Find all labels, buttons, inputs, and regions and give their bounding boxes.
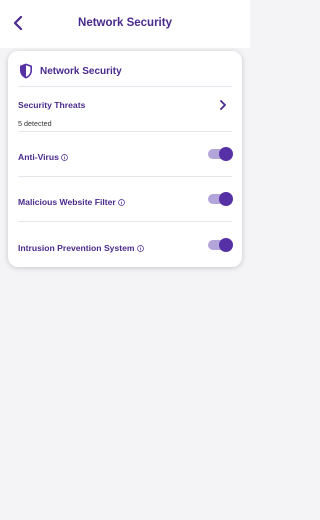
info-icon[interactable] bbox=[136, 244, 144, 252]
malicious-website-filter-label: Malicious Website Filter bbox=[18, 197, 116, 207]
top-bar: Network Security bbox=[0, 0, 250, 48]
malicious-website-filter-toggle[interactable] bbox=[208, 192, 233, 206]
divider bbox=[18, 131, 232, 132]
setting-row-intrusion-prevention: Intrusion Prevention System bbox=[18, 238, 233, 253]
info-icon[interactable] bbox=[117, 198, 125, 206]
anti-virus-label: Anti-Virus bbox=[18, 152, 59, 162]
info-icon[interactable] bbox=[61, 153, 68, 161]
divider bbox=[18, 221, 232, 222]
chevron-right-icon bbox=[220, 100, 226, 110]
security-threats-row[interactable]: Security Threats 5 detected bbox=[18, 95, 232, 128]
network-security-card: Network Security Security Threats 5 dete… bbox=[8, 51, 242, 267]
setting-row-malicious-website-filter: Malicious Website Filter bbox=[18, 192, 233, 207]
shield-icon bbox=[20, 63, 32, 79]
toggle-knob bbox=[219, 192, 233, 206]
divider bbox=[18, 176, 232, 177]
security-threats-count: 5 detected bbox=[18, 119, 52, 128]
card-title: Network Security bbox=[40, 65, 122, 77]
anti-virus-toggle[interactable] bbox=[208, 147, 233, 161]
setting-row-anti-virus: Anti-Virus bbox=[18, 147, 233, 162]
divider bbox=[18, 86, 232, 87]
card-header: Network Security bbox=[19, 61, 122, 81]
page-title: Network Security bbox=[78, 17, 172, 29]
security-threats-label: Security Threats bbox=[18, 100, 86, 110]
intrusion-prevention-toggle[interactable] bbox=[208, 238, 233, 252]
toggle-knob bbox=[219, 147, 233, 161]
toggle-knob bbox=[219, 238, 233, 252]
intrusion-prevention-label: Intrusion Prevention System bbox=[18, 243, 135, 253]
